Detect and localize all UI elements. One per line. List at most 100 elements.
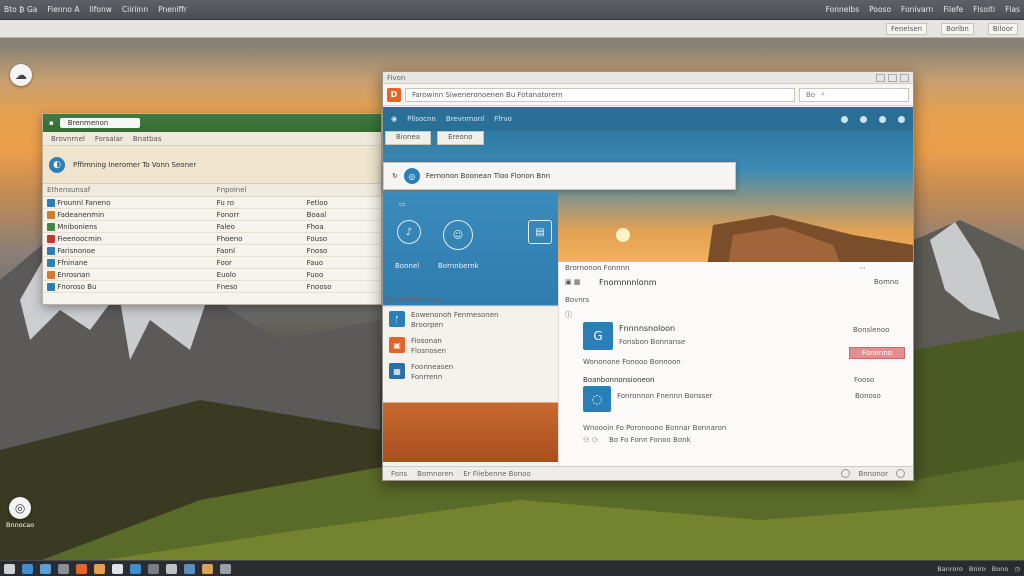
topbar-item-1[interactable]: Bto ₿ Ga	[4, 5, 37, 14]
settings-icon[interactable]	[841, 115, 848, 123]
back-icon[interactable]: ↻	[392, 172, 398, 180]
table-row[interactable]: Mniboniens Faleo Fhoa	[43, 220, 381, 233]
menu-icon[interactable]	[898, 115, 905, 123]
file-icon	[47, 270, 55, 279]
desktop-icon-bottom[interactable]: ◎ Bnnocao	[6, 497, 34, 529]
file-manager-address[interactable]: Brenmenon	[59, 118, 140, 128]
topbar-item-4[interactable]: Ciiriinn	[122, 5, 148, 14]
system-tray: Banroro Bniro Bono ◷	[937, 565, 1020, 573]
taskbar-app-1-icon[interactable]	[22, 563, 33, 574]
main-content: Brornonon Fonnnn ⋯ ▣ ▦ Fnomnnnlonm Bomno…	[558, 262, 913, 466]
taskbar-app-2-icon[interactable]	[40, 563, 51, 574]
sidebar-label-a: Bonnel	[395, 262, 420, 270]
sidebar-item[interactable]: ▦ Foonneasen Fonrrenn	[383, 359, 558, 385]
card-title[interactable]: Fnnnnsnoloon	[619, 324, 675, 333]
card2-title[interactable]: Fonronnon Fnennn Bonsser	[617, 392, 713, 400]
tab-2[interactable]: Forsalar	[95, 135, 123, 143]
taskbar-app-7-icon[interactable]	[130, 563, 141, 574]
section-link[interactable]: Fooso	[854, 376, 874, 384]
content-badge: Bomno	[874, 278, 899, 286]
table-row[interactable]: Enrosnan Euolo Fuoo	[43, 268, 381, 281]
taskbar-app-12-icon[interactable]	[220, 563, 231, 574]
desktop-icon-top[interactable]: ☁	[10, 64, 32, 86]
close-icon[interactable]	[900, 73, 909, 82]
table-row[interactable]: Fadeanenmin Fonorr Boaal	[43, 208, 381, 221]
taskbar-app-3-icon[interactable]	[58, 563, 69, 574]
table-row[interactable]: Ffninane Foor Fauo	[43, 256, 381, 269]
content-bar: Brornonon Fonnnn	[565, 264, 630, 272]
menurow-button-1[interactable]: Fenelsen	[886, 22, 928, 35]
content-sub-heading: Bovnrs	[565, 296, 590, 304]
content-toolbar-icons[interactable]: ▣ ▦	[565, 278, 580, 286]
topbar-item-2[interactable]: Fienno A	[47, 5, 79, 14]
status-item-2[interactable]: Bomnoren	[417, 470, 453, 478]
hero-nav-1[interactable]: Pllsocnn	[407, 115, 436, 123]
tray-clock-icon[interactable]: ◷	[1014, 565, 1020, 573]
tab-second[interactable]: Ereono	[437, 131, 484, 145]
tab-1[interactable]: Brovnrnel	[51, 135, 85, 143]
search-input[interactable]: Bo ⌕	[799, 87, 909, 102]
tray-item-3[interactable]: Bono	[992, 565, 1009, 573]
taskbar-app-4-icon[interactable]	[76, 563, 87, 574]
card-subtitle: Fonsbon Bonnanse	[619, 338, 686, 346]
hero-nav-3[interactable]: Ffrvo	[494, 115, 512, 123]
minimize-icon[interactable]	[876, 73, 885, 82]
maximize-icon[interactable]	[888, 73, 897, 82]
primary-action-button[interactable]: Fonenno	[849, 347, 905, 359]
document-icon[interactable]: ▤	[528, 220, 552, 244]
table-row[interactable]: Fnoroso Bu Fneso Fnooso	[43, 280, 381, 293]
headphones-icon: ◎	[9, 497, 32, 519]
mic-icon[interactable]: ♪	[397, 220, 421, 244]
table-header-row: Ethensunsaf Fnpoinel	[43, 184, 381, 197]
topbar-item-3[interactable]: Ilfonw	[89, 5, 111, 14]
tab-first[interactable]: Bionea	[385, 131, 432, 145]
address-bar[interactable]: Farowinn Siweneronoenen Bu Fotanatorern	[405, 87, 795, 102]
content-heading: Fnomnnnlonm	[599, 278, 657, 287]
menurow-button-2[interactable]: Borlbn	[941, 22, 974, 35]
status-item-3[interactable]: Er Fiiebenne Bonoo	[463, 470, 530, 478]
sidebar-item[interactable]: ᚩ Eowenonoh Fenmesonen Broorpen	[383, 307, 558, 333]
tray-item-1[interactable]: Banroro	[937, 565, 963, 573]
status-circle-icon[interactable]	[841, 469, 851, 478]
card-logo-icon[interactable]: G	[583, 322, 613, 350]
table-row[interactable]: Frounnl Faneno Fu ro Fetloo	[43, 196, 381, 209]
taskbar-app-8-icon[interactable]	[148, 563, 159, 574]
app-badge-icon[interactable]: D	[387, 87, 401, 102]
suggestion-icon: ◎	[403, 168, 420, 184]
topbar-right-2[interactable]: Pooso	[869, 5, 891, 14]
topbar-right-1[interactable]: Fonnelbs	[826, 5, 860, 14]
footer-icons[interactable]: ⚇ ⚆	[583, 436, 598, 444]
topbar-right-4[interactable]: Filefe	[943, 5, 963, 14]
taskbar-app-5-icon[interactable]	[94, 563, 105, 574]
menurow-button-3[interactable]: Biloor	[987, 22, 1018, 35]
topbar-right-5[interactable]: Flsoiti	[973, 5, 995, 14]
status-circle-icon-2[interactable]	[896, 469, 905, 478]
topbar-right-6[interactable]: Flas	[1005, 5, 1020, 14]
browser-nav-bar: D Farowinn Siweneronoenen Bu Fotanatorer…	[383, 84, 913, 106]
profile-icon[interactable]	[879, 115, 886, 123]
assistant-icon[interactable]: ☺	[443, 220, 473, 250]
notifications-icon[interactable]	[860, 115, 867, 123]
table-row[interactable]: Fieenoocmin Fhoeno Fouso	[43, 232, 381, 245]
taskbar-app-10-icon[interactable]	[184, 563, 195, 574]
start-icon[interactable]	[4, 563, 15, 574]
taskbar-app-9-icon[interactable]	[166, 563, 177, 574]
column-header-name[interactable]: Ethensunsaf	[43, 184, 213, 197]
hero-nav-2[interactable]: Brevnrnonl	[446, 115, 484, 123]
card2-logo-icon[interactable]: ◌	[583, 386, 611, 412]
topbar-item-5[interactable]: Pneniffr	[158, 5, 187, 14]
hero-nav-icon[interactable]: ◉	[391, 115, 397, 123]
search-suggestion-popup[interactable]: ↻ ◎ Fernonon Boonean Tloo Flonon Bnn	[383, 162, 736, 190]
taskbar-app-11-icon[interactable]	[202, 563, 213, 574]
topbar-right-3[interactable]: Fonivarn	[901, 5, 933, 14]
column-header-type[interactable]: Fnpoinel	[212, 184, 303, 197]
global-menu-row: Fenelsen Borlbn Biloor	[0, 20, 1024, 38]
tab-3[interactable]: Bnatbas	[133, 135, 162, 143]
taskbar-app-6-icon[interactable]	[112, 563, 123, 574]
menu-dots-icon[interactable]: ⋯	[859, 264, 866, 272]
tray-item-2[interactable]: Bniro	[969, 565, 986, 573]
status-item-1[interactable]: Fons	[391, 470, 407, 478]
status-right[interactable]: Bnnonor	[858, 470, 888, 478]
table-row[interactable]: Farisnonoe Faonl Fnoso	[43, 244, 381, 257]
sidebar-item[interactable]: ▣ Fiosonan Flosnosen	[383, 333, 558, 359]
